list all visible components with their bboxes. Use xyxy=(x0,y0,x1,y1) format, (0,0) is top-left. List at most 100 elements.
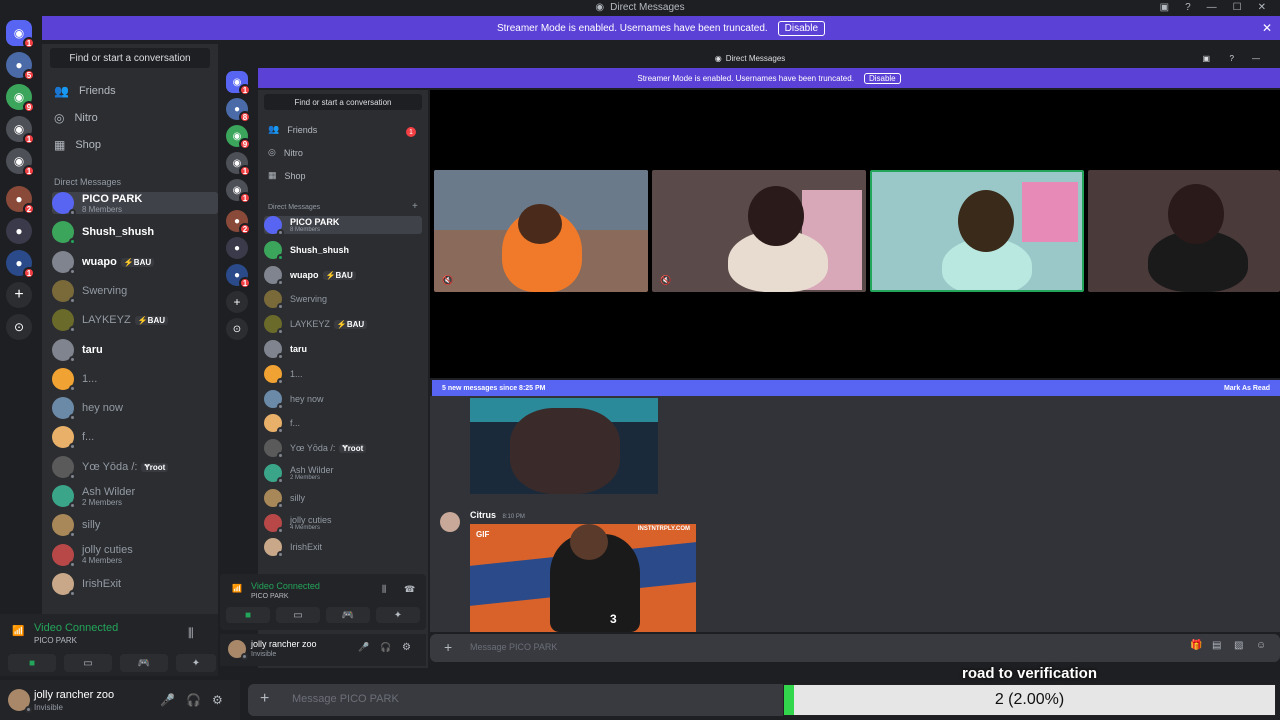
inner-user-name[interactable]: jolly rancher zoo xyxy=(251,639,317,649)
sticker-icon[interactable]: ▧ xyxy=(1234,640,1243,651)
dm-item[interactable]: hey now xyxy=(264,389,324,410)
user-name[interactable]: jolly rancher zoo xyxy=(34,689,114,701)
video-tile[interactable]: 🔇 xyxy=(434,170,648,292)
disable-button[interactable]: Disable xyxy=(777,20,826,36)
new-messages-bar[interactable]: 5 new messages since 8:25 PM Mark As Rea… xyxy=(432,380,1280,396)
dm-item[interactable]: PICO PARK 8 Members xyxy=(52,192,218,216)
embedded-video[interactable] xyxy=(470,398,658,494)
disconnect-icon[interactable]: ☎ xyxy=(404,584,415,595)
dm-item[interactable]: Shush_shush xyxy=(52,221,154,246)
dm-item[interactable]: f... xyxy=(52,426,94,451)
noise-suppression-icon[interactable]: ⫼ xyxy=(188,626,194,641)
inner-add-server-icon[interactable]: + xyxy=(226,291,248,313)
inbox-icon[interactable]: ▣ xyxy=(1202,54,1210,63)
inner-server-icon[interactable]: ● 1 xyxy=(226,264,251,289)
message-avatar[interactable] xyxy=(440,512,460,532)
dm-item[interactable]: Yœ Yōda /: Ɏroot xyxy=(52,455,169,480)
server-icon[interactable]: ◉ 1 xyxy=(6,148,35,177)
inner-server-icon[interactable]: ◉ 1 xyxy=(226,179,251,204)
inner-server-icon[interactable]: ● xyxy=(226,237,248,259)
inner-soundboard-button[interactable]: ✦ xyxy=(376,607,420,623)
inner-screen-share-button[interactable]: ▭ xyxy=(276,607,320,623)
inner-disable-button[interactable]: Disable xyxy=(863,72,901,84)
attach-icon[interactable]: + xyxy=(260,690,269,708)
dm-item[interactable]: IrishExit xyxy=(264,538,322,559)
dm-item[interactable]: Yœ Yōda /: Ɏroot xyxy=(264,439,367,460)
dm-item[interactable]: taru xyxy=(52,338,103,363)
inner-server-icon[interactable]: ● 8 xyxy=(226,98,251,123)
headphones-icon[interactable]: 🎧 xyxy=(186,693,201,707)
nav-friends[interactable]: 👥 Friends xyxy=(54,84,116,98)
voice-status[interactable]: Video Connected xyxy=(34,622,118,634)
dm-item[interactable]: wuapo ⚡BAU xyxy=(52,250,155,275)
inner-home-button[interactable]: ◉ 1 xyxy=(226,71,251,96)
nav-nitro[interactable]: ◎ Nitro xyxy=(54,111,98,125)
nav-shop[interactable]: ▦ Shop xyxy=(54,138,101,152)
noise-suppression-icon[interactable]: ⫼ xyxy=(382,584,386,595)
composer-input[interactable]: Message PICO PARK xyxy=(292,693,399,705)
maximize-button[interactable]: ☐ xyxy=(1233,2,1242,13)
dm-item[interactable]: LAYKEYZ ⚡BAU xyxy=(52,309,169,334)
activity-button[interactable]: 🎮 xyxy=(120,654,168,672)
help-icon[interactable]: ? xyxy=(1185,2,1191,13)
dm-item[interactable]: Ash Wilder 2 Members xyxy=(264,464,334,484)
settings-icon[interactable]: ⚙ xyxy=(402,642,411,653)
dm-item[interactable]: wuapo ⚡BAU xyxy=(264,265,356,286)
dm-item[interactable]: 1... xyxy=(52,367,97,392)
inner-video-button[interactable]: ■ xyxy=(226,607,270,623)
inner-server-icon[interactable]: ● 2 xyxy=(226,210,251,235)
mute-icon[interactable]: 🎤 xyxy=(160,693,175,707)
inner-server-icon[interactable]: ◉ 9 xyxy=(226,125,251,150)
inner-voice-status[interactable]: Video Connected xyxy=(251,581,320,591)
minimize-button[interactable]: — xyxy=(1252,54,1260,63)
user-avatar[interactable] xyxy=(8,689,32,713)
settings-icon[interactable]: ⚙ xyxy=(212,693,223,707)
server-icon[interactable]: ● xyxy=(6,218,32,244)
inner-nav-friends[interactable]: 👥 Friends xyxy=(268,124,317,135)
home-button[interactable]: ◉ 1 xyxy=(6,20,35,49)
server-icon[interactable]: ● 2 xyxy=(6,186,35,215)
headphones-icon[interactable]: 🎧 xyxy=(380,642,391,653)
inner-search-bar[interactable]: Find or start a conversation xyxy=(264,94,422,110)
gift-icon[interactable]: 🎁 xyxy=(1190,640,1202,651)
message-author[interactable]: Citrus xyxy=(470,510,496,520)
help-icon[interactable]: ? xyxy=(1230,54,1234,63)
dm-item[interactable]: silly xyxy=(264,488,305,509)
server-icon[interactable]: ● 5 xyxy=(6,52,35,81)
dm-item[interactable]: Ash Wilder 2 Members xyxy=(52,485,135,509)
dm-item[interactable]: Swerving xyxy=(264,290,327,311)
dm-item[interactable]: silly xyxy=(52,514,100,539)
gif-embed[interactable]: 3 GIF INSTNTRPLY.COM xyxy=(470,524,696,632)
dm-item[interactable]: Swerving xyxy=(52,279,127,304)
soundboard-button[interactable]: ✦ xyxy=(176,654,216,672)
inbox-icon[interactable]: ▣ xyxy=(1160,2,1169,13)
inner-server-icon[interactable]: ◉ 1 xyxy=(226,152,251,177)
video-tile[interactable]: 🔇 xyxy=(652,170,866,292)
create-dm-icon[interactable]: + xyxy=(412,201,418,212)
server-icon[interactable]: ◉ 9 xyxy=(6,84,35,113)
dm-item[interactable]: LAYKEYZ ⚡BAU xyxy=(264,315,368,336)
dm-item[interactable]: f... xyxy=(264,414,300,435)
server-icon[interactable]: ● 1 xyxy=(6,250,35,279)
gif-icon[interactable]: ▤ xyxy=(1212,640,1221,651)
dm-item[interactable]: IrishExit xyxy=(52,572,121,597)
inner-nav-nitro[interactable]: ◎ Nitro xyxy=(268,147,303,158)
inner-composer-input[interactable]: Message PICO PARK xyxy=(470,642,557,652)
add-server-icon[interactable]: + xyxy=(6,282,32,308)
dm-item[interactable]: jolly cuties 4 Members xyxy=(264,513,332,534)
inner-user-avatar[interactable] xyxy=(228,640,248,660)
dm-item[interactable]: hey now xyxy=(52,397,123,422)
inner-nav-shop[interactable]: ▦ Shop xyxy=(268,170,306,181)
video-tile[interactable] xyxy=(1088,170,1280,292)
minimize-button[interactable]: — xyxy=(1207,2,1217,13)
dm-item[interactable]: jolly cuties 4 Members xyxy=(52,543,133,568)
explore-icon[interactable]: ⊙ xyxy=(6,314,32,340)
inner-explore-icon[interactable]: ⊙ xyxy=(226,318,248,340)
server-icon[interactable]: ◉ 1 xyxy=(6,116,35,145)
dm-item[interactable]: 1... xyxy=(264,364,303,385)
video-button[interactable]: ■ xyxy=(8,654,56,672)
mark-as-read-button[interactable]: Mark As Read xyxy=(1224,385,1270,392)
emoji-icon[interactable]: ☺ xyxy=(1256,640,1266,651)
dm-item[interactable]: PICO PARK 8 Members xyxy=(264,216,422,236)
dm-item[interactable]: taru xyxy=(264,340,307,360)
